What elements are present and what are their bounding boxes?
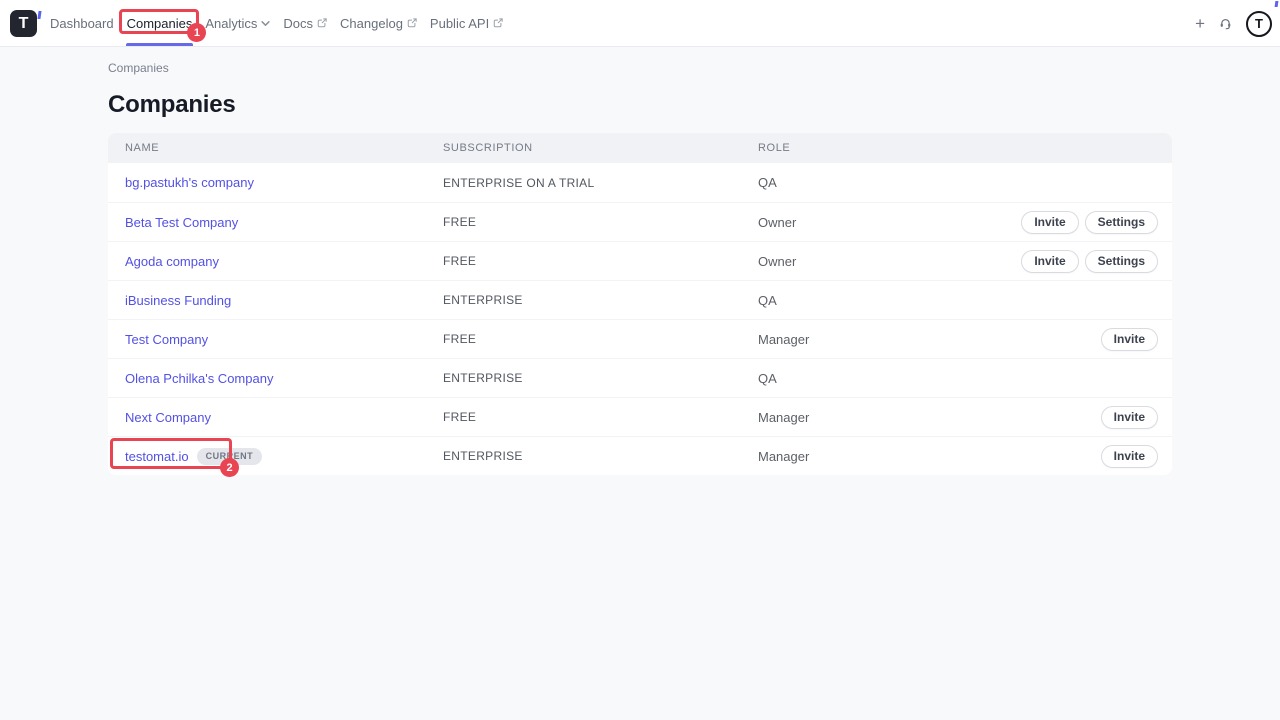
table-row: Olena Pchilka's Company ENTERPRISE QA [108,358,1172,397]
main-content: Companies Companies NAME SUBSCRIPTION RO… [0,47,1280,475]
invite-button[interactable]: Invite [1101,445,1158,468]
invite-button[interactable]: Invite [1101,406,1158,429]
company-link[interactable]: bg.pastukh's company [125,175,254,190]
role-value: Manager [758,332,1101,347]
nav-label-docs: Docs [283,16,313,31]
breadcrumb[interactable]: Companies [108,61,169,75]
current-company-badge: CURRENT [197,448,263,465]
nav-label-public-api: Public API [430,16,489,31]
company-link[interactable]: Test Company [125,332,208,347]
app-logo[interactable]: T [10,10,37,37]
column-header-subscription: SUBSCRIPTION [443,142,758,154]
nav-label-analytics: Analytics [205,16,257,31]
avatar-letter: T [1255,17,1263,30]
support-icon[interactable] [1219,17,1232,30]
subscription-value: ENTERPRISE [443,449,758,463]
role-value: Owner [758,254,1021,269]
topbar-right: + T [1195,0,1274,47]
nav-item-docs[interactable]: Docs [283,0,327,46]
nav-label-dashboard: Dashboard [50,16,114,31]
topbar: T Dashboard Companies 1 Analytics Docs [0,0,1280,47]
nav-label-changelog: Changelog [340,16,403,31]
subscription-value: FREE [443,215,758,229]
subscription-value: FREE [443,410,758,424]
subscription-value: ENTERPRISE ON A TRIAL [443,176,758,190]
table-row: iBusiness Funding ENTERPRISE QA [108,280,1172,319]
companies-table: NAME SUBSCRIPTION ROLE bg.pastukh's comp… [108,133,1172,475]
nav-item-companies[interactable]: Companies 1 [127,0,193,46]
column-header-name: NAME [125,142,443,154]
nav-item-changelog[interactable]: Changelog [340,0,417,46]
company-link[interactable]: Beta Test Company [125,215,238,230]
add-button[interactable]: + [1195,15,1205,32]
table-row: Agoda company FREE Owner Invite Settings [108,241,1172,280]
role-value: QA [758,175,1158,190]
nav-item-public-api[interactable]: Public API [430,0,503,46]
company-link[interactable]: Olena Pchilka's Company [125,371,273,386]
table-row: bg.pastukh's company ENTERPRISE ON A TRI… [108,163,1172,202]
main-nav: Dashboard Companies 1 Analytics Docs Cha… [50,0,503,46]
invite-button[interactable]: Invite [1101,328,1158,351]
page-title: Companies [108,91,1172,119]
company-link[interactable]: Agoda company [125,254,219,269]
settings-button[interactable]: Settings [1085,250,1158,273]
nav-label-companies: Companies [127,16,193,31]
role-value: QA [758,371,1158,386]
logo-letter: T [19,16,29,32]
active-tab-underline [126,43,194,46]
chevron-down-icon [261,19,270,28]
external-link-icon [493,18,503,28]
avatar-accent-mark [1274,1,1277,7]
settings-button[interactable]: Settings [1085,211,1158,234]
subscription-value: FREE [443,332,758,346]
table-row: Next Company FREE Manager Invite [108,397,1172,436]
user-avatar[interactable]: T [1246,11,1272,37]
subscription-value: ENTERPRISE [443,371,758,385]
invite-button[interactable]: Invite [1021,250,1078,273]
logo-accent-mark [37,11,41,19]
nav-item-analytics[interactable]: Analytics [205,0,270,46]
company-link[interactable]: Next Company [125,410,211,425]
table-row-current-company: testomat.io CURRENT ENTERPRISE Manager I… [108,436,1172,475]
subscription-value: FREE [443,254,758,268]
table-row: Beta Test Company FREE Owner Invite Sett… [108,202,1172,241]
subscription-value: ENTERPRISE [443,293,758,307]
role-value: QA [758,293,1158,308]
external-link-icon [407,18,417,28]
table-row: Test Company FREE Manager Invite [108,319,1172,358]
company-link[interactable]: iBusiness Funding [125,293,231,308]
role-value: Owner [758,215,1021,230]
invite-button[interactable]: Invite [1021,211,1078,234]
table-header-row: NAME SUBSCRIPTION ROLE [108,133,1172,163]
company-link[interactable]: testomat.io [125,449,189,464]
column-header-role: ROLE [758,142,1158,154]
external-link-icon [317,18,327,28]
role-value: Manager [758,410,1101,425]
role-value: Manager [758,449,1101,464]
nav-item-dashboard[interactable]: Dashboard [50,0,114,46]
